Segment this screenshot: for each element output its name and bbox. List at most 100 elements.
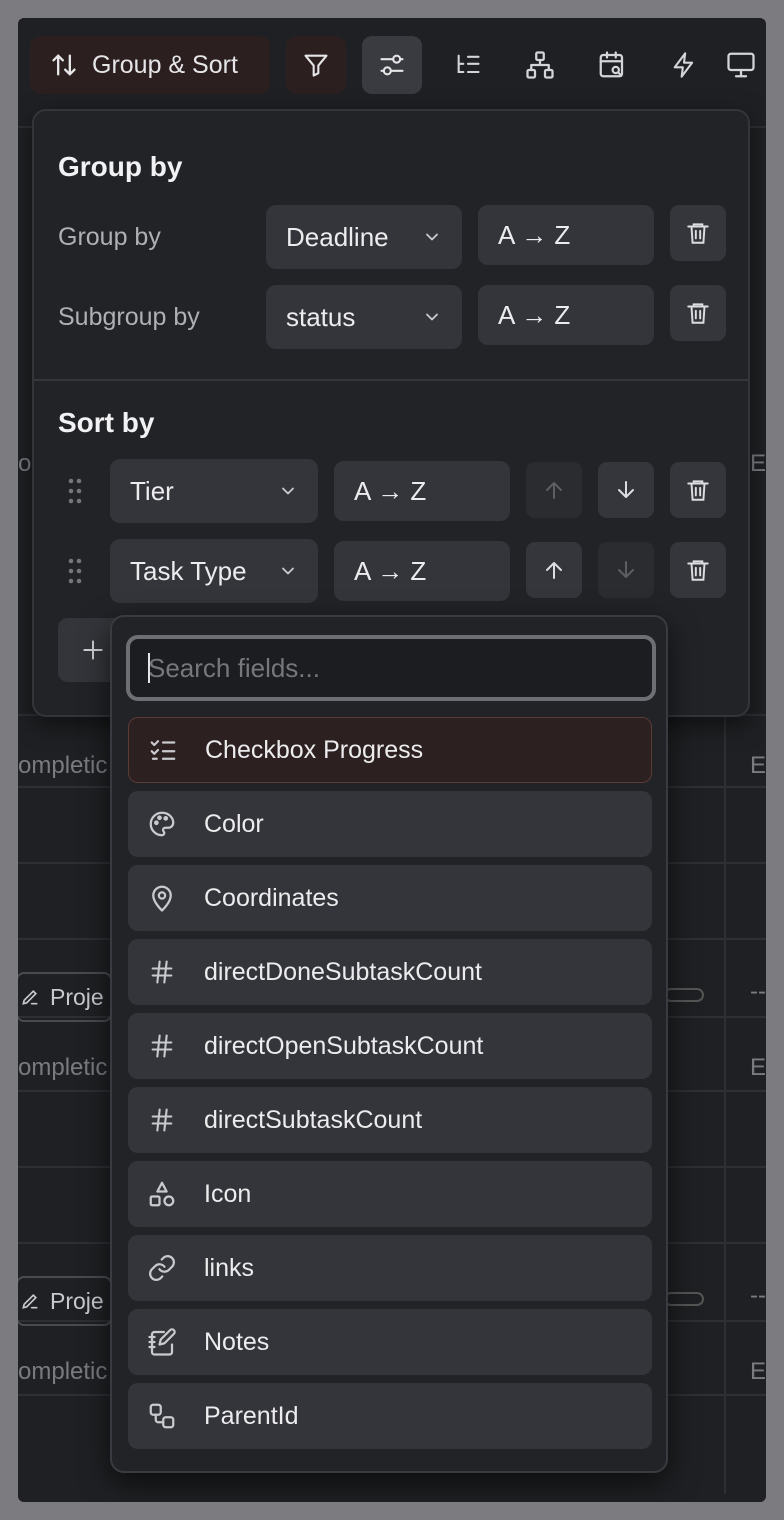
sort-field-value: Tier [130, 475, 174, 506]
shapes-icon [146, 1178, 178, 1210]
field-option-label: Coordinates [204, 883, 339, 912]
network-icon [525, 50, 555, 80]
e-cell: E [750, 450, 766, 477]
sort-by-title: Sort by [58, 407, 155, 438]
arrow-up-icon [542, 558, 566, 582]
hash-icon [146, 1104, 178, 1136]
filter-icon [302, 51, 330, 79]
project-chip-label: Proje [50, 1287, 104, 1314]
automation-button[interactable] [654, 36, 714, 94]
field-picker-dropdown: Checkbox Progress Color Coordinates dire… [110, 615, 668, 1473]
chevron-down-icon [278, 481, 298, 501]
move-down-button[interactable] [598, 462, 654, 518]
column-divider [724, 714, 726, 1494]
trash-icon [685, 477, 711, 503]
list-checks-icon [147, 734, 179, 766]
pen-icon [20, 1291, 40, 1311]
list-tree-icon [454, 51, 482, 79]
dash-cell: -- [750, 978, 766, 1005]
drag-handle-icon[interactable] [68, 558, 82, 584]
tree-view-button[interactable] [510, 36, 570, 94]
notebook-pen-icon [146, 1326, 178, 1358]
arrow-up-down-icon [50, 51, 78, 79]
move-down-button[interactable] [598, 542, 654, 598]
e-cell: E [750, 1358, 766, 1385]
field-option-label: Color [204, 809, 264, 838]
field-option-label: links [204, 1253, 255, 1282]
toolbar: Group & Sort [18, 18, 766, 110]
delete-group-button[interactable] [670, 205, 726, 261]
field-option-label: Icon [204, 1179, 252, 1208]
plus-icon [80, 637, 106, 663]
field-option-label: Notes [204, 1327, 270, 1356]
monitor-cog-icon [726, 50, 756, 80]
calendar-search-icon [597, 50, 627, 80]
field-option-icon[interactable]: Icon [128, 1161, 652, 1227]
field-option-direct-subtask-count[interactable]: directSubtaskCount [128, 1087, 652, 1153]
map-pin-icon [146, 882, 178, 914]
sort-field-select[interactable]: Task Type [110, 539, 318, 603]
project-chip-label: Proje [50, 983, 104, 1010]
arrow-down-icon [614, 478, 638, 502]
move-up-button[interactable] [526, 542, 582, 598]
text-caret [148, 653, 150, 683]
group-by-field-select[interactable]: Deadline [266, 205, 462, 269]
delete-sort-button[interactable] [670, 542, 726, 598]
field-option-parent-id[interactable]: ParentId [128, 1383, 652, 1449]
palette-icon [146, 808, 178, 840]
pen-icon [20, 987, 40, 1007]
chevron-down-icon [422, 227, 442, 247]
field-option-notes[interactable]: Notes [128, 1309, 652, 1375]
calendar-search-button[interactable] [582, 36, 642, 94]
search-fields-box[interactable] [126, 635, 656, 701]
drag-handle-icon[interactable] [68, 478, 82, 504]
group-sort-button[interactable]: Group & Sort [30, 36, 270, 94]
progress-pill [664, 1292, 704, 1306]
project-chip[interactable]: Proje [18, 972, 112, 1022]
field-option-direct-done-subtask-count[interactable]: directDoneSubtaskCount [128, 939, 652, 1005]
group-sort-label: Group & Sort [92, 50, 238, 79]
link-icon [146, 1252, 178, 1284]
move-up-button[interactable] [526, 462, 582, 518]
arrow-up-icon [542, 478, 566, 502]
sort-field-value: Task Type [130, 555, 247, 586]
filter-button[interactable] [286, 36, 346, 94]
sort-direction[interactable]: A → Z [334, 541, 510, 601]
sort-field-select[interactable]: Tier [110, 459, 318, 523]
subgroup-by-field-value: status [286, 301, 356, 332]
chevron-down-icon [422, 307, 442, 327]
project-chip[interactable]: Proje [18, 1276, 112, 1326]
field-settings-button[interactable] [362, 36, 422, 94]
group-by-label: Group by [58, 223, 161, 251]
delete-subgroup-button[interactable] [670, 285, 726, 341]
sort-direction[interactable]: A → Z [334, 461, 510, 521]
subgroup-by-field-select[interactable]: status [266, 285, 462, 349]
field-option-coordinates[interactable]: Coordinates [128, 865, 652, 931]
o-cell: o [18, 450, 32, 477]
chevron-down-icon [278, 561, 298, 581]
e-cell: E [750, 752, 766, 779]
field-option-checkbox-progress[interactable]: Checkbox Progress [128, 717, 652, 783]
field-option-direct-open-subtask-count[interactable]: directOpenSubtaskCount [128, 1013, 652, 1079]
delete-sort-button[interactable] [670, 462, 726, 518]
hierarchy-list-button[interactable] [438, 36, 498, 94]
arrow-down-icon [614, 558, 638, 582]
e-cell: E [750, 1054, 766, 1081]
display-settings-button[interactable] [726, 36, 766, 94]
subgroup-by-label: Subgroup by [58, 303, 200, 331]
field-option-label: ParentId [204, 1401, 299, 1430]
group-by-title: Group by [58, 151, 183, 182]
completion-cell: ompletic [18, 1358, 108, 1385]
trash-icon [685, 300, 711, 326]
search-fields-input[interactable] [130, 639, 652, 697]
field-option-color[interactable]: Color [128, 791, 652, 857]
field-option-label: directOpenSubtaskCount [204, 1031, 484, 1060]
field-option-links[interactable]: links [128, 1235, 652, 1301]
group-by-field-value: Deadline [286, 221, 389, 252]
dash-cell: -- [750, 1282, 766, 1309]
subgroup-by-direction[interactable]: A → Z [478, 285, 654, 345]
trash-icon [685, 557, 711, 583]
field-option-label: Checkbox Progress [205, 735, 424, 764]
workflow-icon [146, 1400, 178, 1432]
group-by-direction[interactable]: A → Z [478, 205, 654, 265]
